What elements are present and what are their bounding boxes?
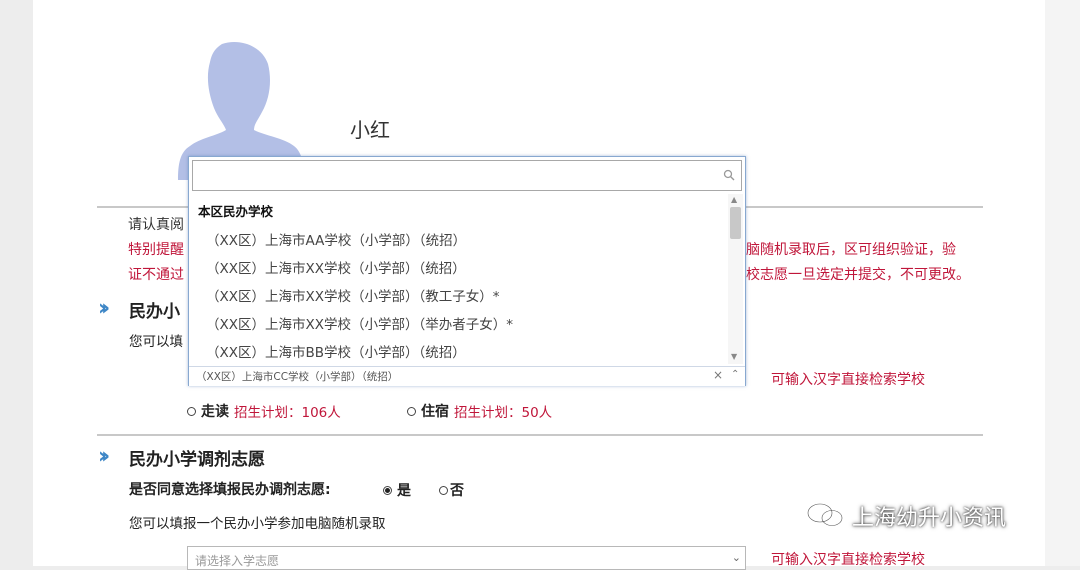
option-yes-label: 是 (397, 483, 411, 499)
watermark-text: 上海幼升小资讯 (852, 506, 1007, 531)
radio-day-student[interactable] (187, 406, 196, 416)
notice-line-3-left: 证不通过 (128, 267, 184, 283)
chevron-down-icon[interactable]: ⌄ (732, 551, 741, 564)
dropdown-group-label: 本区民办学校 (198, 204, 274, 219)
dropdown-scroll-thumb[interactable] (730, 207, 741, 239)
section1-title: 民办小 (129, 302, 180, 322)
dropdown-search-input[interactable] (193, 161, 725, 188)
dropdown-option[interactable]: （XX区）上海市BB学校（小学部）（统招） (206, 341, 466, 361)
option-no[interactable]: 否 (439, 480, 464, 500)
scroll-down-icon[interactable]: ▼ (731, 352, 737, 361)
notice-line-2-left: 特别提醒 (128, 242, 184, 258)
dropdown-option[interactable]: （XX区）上海市XX学校（小学部）（举办者子女）* (206, 313, 513, 333)
notice-line-3-right: 校志愿一旦选定并提交，不可更改。 (746, 267, 970, 283)
search-icon (723, 169, 735, 181)
wechat-logo-icon (807, 503, 843, 527)
dropdown-search-box[interactable] (192, 160, 742, 191)
section1-subtitle: 您可以填 (129, 334, 183, 350)
section2-title: 民办小学调剂志愿 (129, 450, 265, 470)
radio-boarding[interactable] (407, 406, 416, 416)
school-select[interactable]: 请选择入学志愿 ⌄ (187, 546, 746, 570)
adjust-question: 是否同意选择填报民办调剂志愿: (129, 482, 331, 498)
right-margin (1045, 0, 1080, 566)
option-yes[interactable]: 是 (383, 480, 411, 500)
section1-search-hint: 可输入汉字直接检索学校 (771, 372, 925, 388)
notice-line-2-right: 脑随机录取后，区可组织验证，验 (746, 242, 956, 258)
option-day-plan: 招生计划：106人 (234, 405, 341, 421)
dropdown-option[interactable]: （XX区）上海市XX学校（小学部）（统招） (206, 257, 466, 277)
option-day-label: 走读 (201, 404, 229, 420)
select-placeholder: 请选择入学志愿 (195, 554, 280, 568)
student-name: 小红 (350, 118, 390, 142)
chevron-up-icon[interactable]: ⌃ (731, 369, 739, 380)
chevron-double-right-icon: ›› (98, 444, 110, 469)
divider (97, 434, 983, 436)
radio-no[interactable] (439, 485, 448, 495)
radio-yes[interactable] (383, 485, 392, 495)
dropdown-option[interactable]: （XX区）上海市AA学校（小学部）（统招） (206, 229, 466, 249)
option-no-label: 否 (450, 483, 464, 499)
option-boarding[interactable]: 住宿 招生计划：50人 (407, 401, 552, 421)
option-boarding-plan: 招生计划：50人 (454, 405, 553, 421)
option-boarding-label: 住宿 (421, 404, 449, 420)
option-day-student[interactable]: 走读 招生计划：106人 (187, 401, 341, 421)
chevron-double-right-icon: ›› (98, 296, 110, 321)
section2-instruction: 您可以填报一个民办小学参加电脑随机录取 (129, 516, 386, 532)
notice-line-1: 请认真阅 (128, 217, 184, 233)
section2-search-hint: 可输入汉字直接检索学校 (771, 552, 925, 568)
dropdown-selected-value: （XX区）上海市CC学校（小学部）（统招） (196, 371, 399, 383)
scroll-up-icon[interactable]: ▲ (731, 195, 737, 204)
dropdown-option[interactable]: （XX区）上海市XX学校（小学部）（教工子女）* (206, 285, 500, 305)
clear-icon[interactable]: × (713, 368, 723, 382)
